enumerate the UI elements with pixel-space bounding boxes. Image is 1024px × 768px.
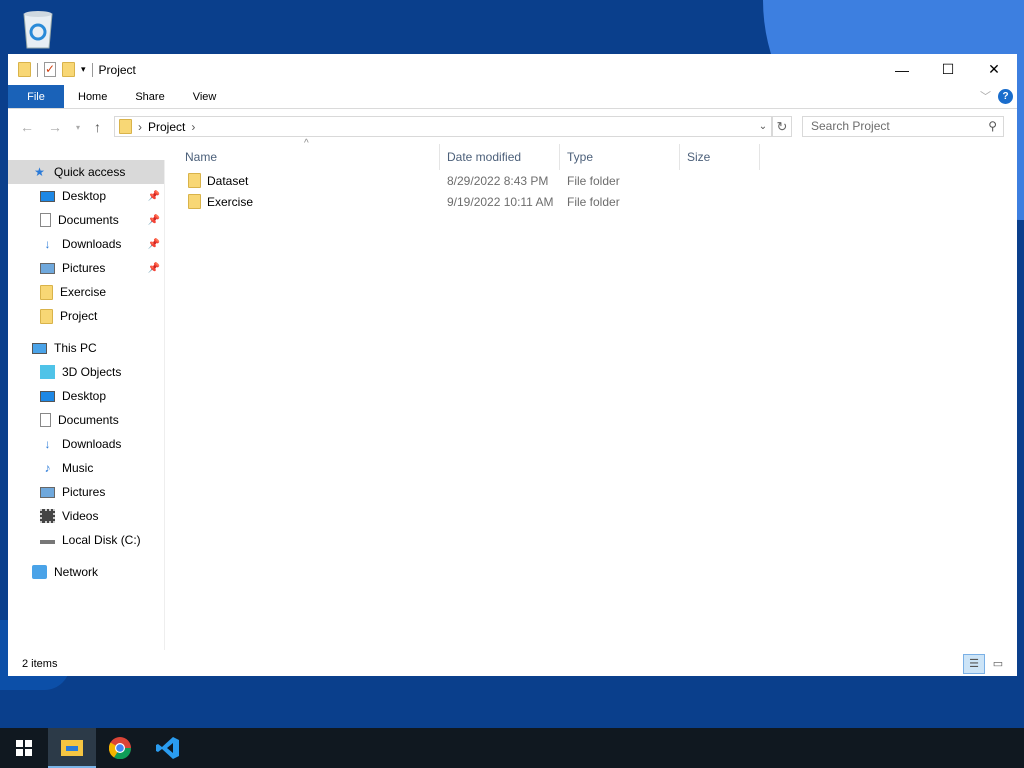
folder-icon [188,173,201,188]
status-item-count: 2 items [22,658,58,670]
3d-objects-icon [40,365,55,379]
pin-icon: 📌 [147,190,160,202]
breadcrumb-project[interactable]: Project [148,120,185,134]
nav-desktop[interactable]: Desktop [8,384,164,408]
toolbar-divider [91,62,93,77]
pin-icon: 📌 [147,238,160,250]
back-button[interactable]: ← [20,119,34,135]
folder-icon [18,62,31,77]
breadcrumb-separator-icon[interactable]: › [191,120,195,134]
folder-icon [40,284,53,300]
nav-documents[interactable]: Documents [8,408,164,432]
downloads-icon: ↓ [44,237,51,251]
folder-icon [188,194,201,209]
nav-qa-pictures[interactable]: Pictures 📌 [8,256,164,280]
refresh-button[interactable]: ↻ [772,116,792,137]
tab-view[interactable]: View [179,85,231,108]
column-size[interactable]: Size [680,144,760,170]
nav-qa-exercise[interactable]: Exercise [8,280,164,304]
sort-ascending-icon: ^ [304,138,309,149]
recent-locations-button[interactable]: ▾ [76,123,80,132]
search-icon: ⚲ [988,119,997,133]
nav-downloads[interactable]: ↓ Downloads [8,432,164,456]
ribbon-tabs: File Home Share View ﹀ ? [8,85,1017,109]
file-list: ^ Name Date modified Type Size Dataset 8… [178,138,1017,212]
address-row: ← → ▾ ↑ › Project › ⌄ ↻ Search Project ⚲ [8,116,1017,138]
start-button[interactable] [0,728,48,768]
minimize-button[interactable]: — [879,54,925,85]
tab-file[interactable]: File [8,85,64,108]
pictures-icon [40,262,55,274]
pictures-icon [40,486,55,498]
title-bar: ✓ ▾ Project — ☐ ✕ [8,54,1017,85]
customize-toolbar-icon[interactable]: ▾ [81,64,86,75]
column-date-modified[interactable]: Date modified [440,144,560,170]
star-icon: ★ [34,165,45,179]
file-row-exercise[interactable]: Exercise 9/19/2022 10:11 AM File folder [178,191,1017,212]
taskbar [0,728,1024,768]
desktop-icon [40,190,55,202]
nav-videos[interactable]: Videos [8,504,164,528]
toolbar-divider [37,62,38,77]
address-bar[interactable]: › Project › ⌄ [114,116,772,137]
nav-qa-desktop[interactable]: Desktop 📌 [8,184,164,208]
help-icon[interactable]: ? [998,89,1013,104]
column-type[interactable]: Type [560,144,680,170]
nav-network[interactable]: Network [8,560,164,584]
computer-icon [32,342,47,354]
nav-qa-documents[interactable]: Documents 📌 [8,208,164,232]
videos-icon [40,509,55,523]
forward-button[interactable]: → [48,119,62,135]
desktop-icon [40,390,55,402]
address-dropdown-button[interactable]: ⌄ [755,117,771,136]
nav-pictures[interactable]: Pictures [8,480,164,504]
search-input[interactable]: Search Project ⚲ [802,116,1004,137]
new-folder-icon[interactable] [62,62,75,77]
tab-home[interactable]: Home [64,85,121,108]
column-name[interactable]: Name [178,144,440,170]
vscode-taskbar-icon[interactable] [144,728,192,768]
nav-local-disk[interactable]: Local Disk (C:) [8,528,164,552]
expand-ribbon-icon[interactable]: ﹀ [980,88,991,104]
documents-icon [40,413,51,427]
maximize-button[interactable]: ☐ [925,54,971,85]
navigation-pane: ★ Quick access Desktop 📌 Documents 📌 ↓ Downl… [8,160,165,650]
details-view-button[interactable]: ☰ [963,654,985,674]
up-button[interactable]: ↑ [94,119,101,135]
file-explorer-taskbar-icon[interactable] [48,728,96,768]
file-explorer-window: ✓ ▾ Project — ☐ ✕ File Home Share View ﹀… [8,54,1017,676]
drive-icon [40,536,55,544]
tab-share[interactable]: Share [121,85,178,108]
close-button[interactable]: ✕ [971,54,1017,85]
nav-this-pc[interactable]: This PC [8,336,164,360]
nav-music[interactable]: ♪ Music [8,456,164,480]
pin-icon: 📌 [147,262,160,274]
nav-qa-project[interactable]: Project [8,304,164,328]
documents-icon [40,213,51,227]
downloads-icon: ↓ [44,437,51,451]
properties-icon[interactable]: ✓ [44,62,56,77]
recycle-bin-icon[interactable] [18,6,58,50]
nav-quick-access[interactable]: ★ Quick access [8,160,164,184]
breadcrumb-separator-icon: › [138,119,142,134]
large-icons-view-button[interactable]: ▭ [987,654,1009,674]
nav-3d-objects[interactable]: 3D Objects [8,360,164,384]
pin-icon: 📌 [147,214,160,226]
network-icon [32,565,47,579]
window-title: Project [98,62,136,77]
chrome-taskbar-icon[interactable] [96,728,144,768]
folder-icon [119,119,132,134]
nav-qa-downloads[interactable]: ↓ Downloads 📌 [8,232,164,256]
music-icon: ♪ [44,461,51,475]
file-row-dataset[interactable]: Dataset 8/29/2022 8:43 PM File folder [178,170,1017,191]
folder-icon [40,308,53,324]
